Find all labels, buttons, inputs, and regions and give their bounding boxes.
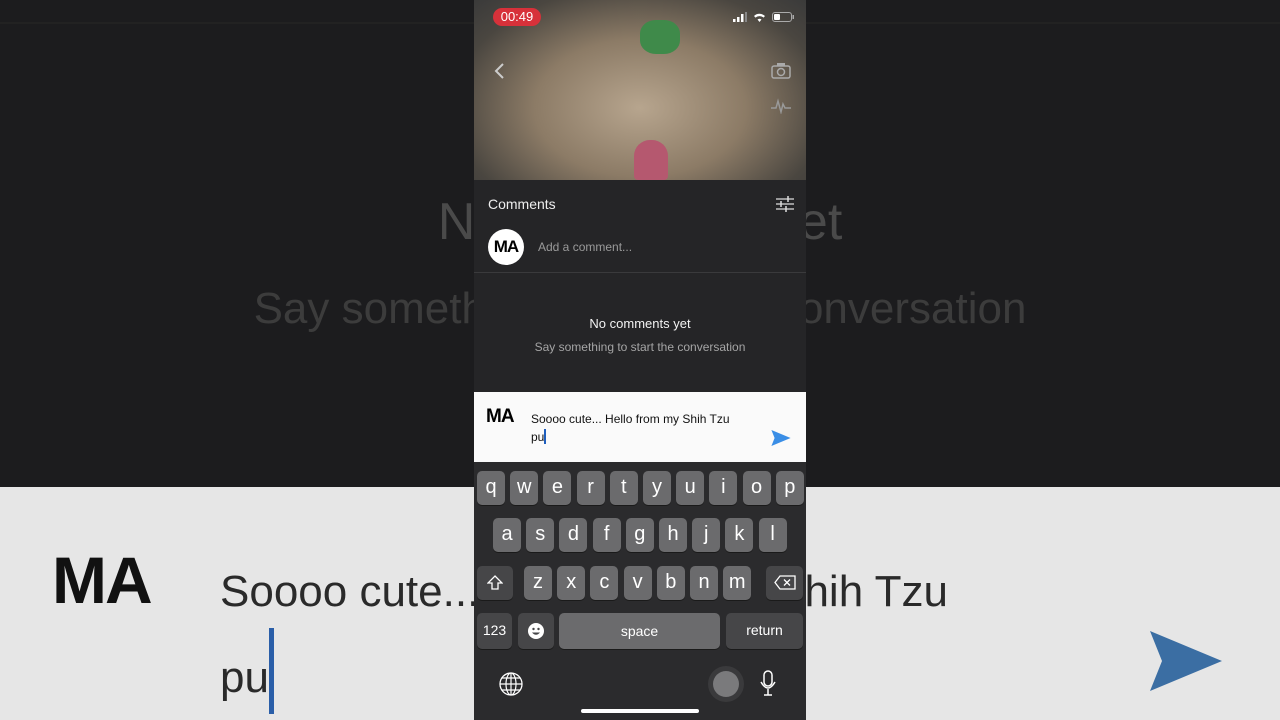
backspace-icon <box>773 575 796 590</box>
back-chevron-icon[interactable] <box>493 62 505 80</box>
dictation-button[interactable] <box>708 666 744 702</box>
key-v[interactable]: v <box>623 566 652 600</box>
emoji-icon <box>528 623 544 639</box>
backspace-key[interactable] <box>766 566 803 600</box>
key-y[interactable]: y <box>643 471 671 505</box>
recording-timer: 00:49 <box>493 8 541 26</box>
key-h[interactable]: h <box>659 518 687 552</box>
waveform-icon[interactable] <box>771 98 791 114</box>
key-s[interactable]: s <box>526 518 555 552</box>
key-x[interactable]: x <box>557 566 586 600</box>
shift-icon <box>486 575 504 590</box>
camera-icon[interactable] <box>771 62 791 79</box>
key-l[interactable]: l <box>758 518 787 552</box>
key-r[interactable]: r <box>576 471 605 505</box>
battery-icon <box>772 12 794 22</box>
filter-sliders-icon[interactable] <box>776 196 794 212</box>
shift-key[interactable] <box>477 566 513 600</box>
empty-state-subtitle: Say something to start the conversation <box>534 340 746 354</box>
keyboard: 123 space return qwertyuiop asdfghjkl zxcv… <box>474 462 806 720</box>
comments-panel: Comments MA Add a comment... No comments… <box>474 180 806 392</box>
phone-screen: 00:49 Comments MA Add a comment... No co… <box>474 0 806 720</box>
key-j[interactable]: j <box>692 518 721 552</box>
user-avatar: MA <box>488 229 524 265</box>
status-icons <box>733 12 794 22</box>
numbers-key[interactable]: 123 <box>477 613 512 649</box>
dog-bow <box>640 20 680 54</box>
key-a[interactable]: a <box>493 518 521 552</box>
return-key[interactable]: return <box>726 613 803 649</box>
key-k[interactable]: k <box>725 518 754 552</box>
comments-title: Comments <box>488 196 556 212</box>
add-comment-input[interactable]: Add a comment... <box>538 240 632 254</box>
empty-state-title: No comments yet <box>589 316 691 331</box>
key-w[interactable]: w <box>510 471 539 505</box>
comment-composer: MA Soooo cute... Hello from my Shih Tzu p… <box>474 392 806 462</box>
home-indicator[interactable] <box>581 709 699 713</box>
dictation-indicator <box>713 671 739 697</box>
key-t[interactable]: t <box>609 471 638 505</box>
signal-icon <box>733 12 747 22</box>
key-n[interactable]: n <box>690 566 718 600</box>
key-m[interactable]: m <box>723 566 752 600</box>
microphone-icon[interactable] <box>760 670 776 696</box>
background-send-icon <box>1150 631 1222 691</box>
emoji-key[interactable] <box>518 613 554 649</box>
comment-line1: Soooo cute... Hello from my Shih Tzu <box>531 412 730 426</box>
key-p[interactable]: p <box>775 471 804 505</box>
comment-input[interactable]: Soooo cute... Hello from my Shih Tzu pu <box>531 410 751 446</box>
wifi-icon <box>754 13 765 22</box>
key-q[interactable]: q <box>477 471 505 505</box>
background-initials: MA <box>52 543 153 617</box>
key-f[interactable]: f <box>592 518 621 552</box>
dog-tongue <box>634 140 668 180</box>
key-z[interactable]: z <box>524 566 552 600</box>
background-line2: pu <box>220 653 269 702</box>
key-d[interactable]: d <box>559 518 588 552</box>
background-cursor <box>268 628 274 714</box>
key-e[interactable]: e <box>543 471 572 505</box>
key-g[interactable]: g <box>625 518 654 552</box>
globe-icon[interactable] <box>499 672 523 696</box>
key-b[interactable]: b <box>656 566 685 600</box>
key-i[interactable]: i <box>709 471 738 505</box>
composer-avatar: MA <box>486 406 515 427</box>
key-o[interactable]: o <box>742 471 771 505</box>
divider <box>474 272 806 273</box>
key-u[interactable]: u <box>676 471 705 505</box>
space-key[interactable]: space <box>559 613 720 649</box>
send-arrow-icon[interactable] <box>771 430 791 446</box>
text-cursor <box>544 429 546 444</box>
key-c[interactable]: c <box>590 566 619 600</box>
video-preview[interactable] <box>474 0 806 180</box>
comment-line2: pu <box>531 430 545 444</box>
